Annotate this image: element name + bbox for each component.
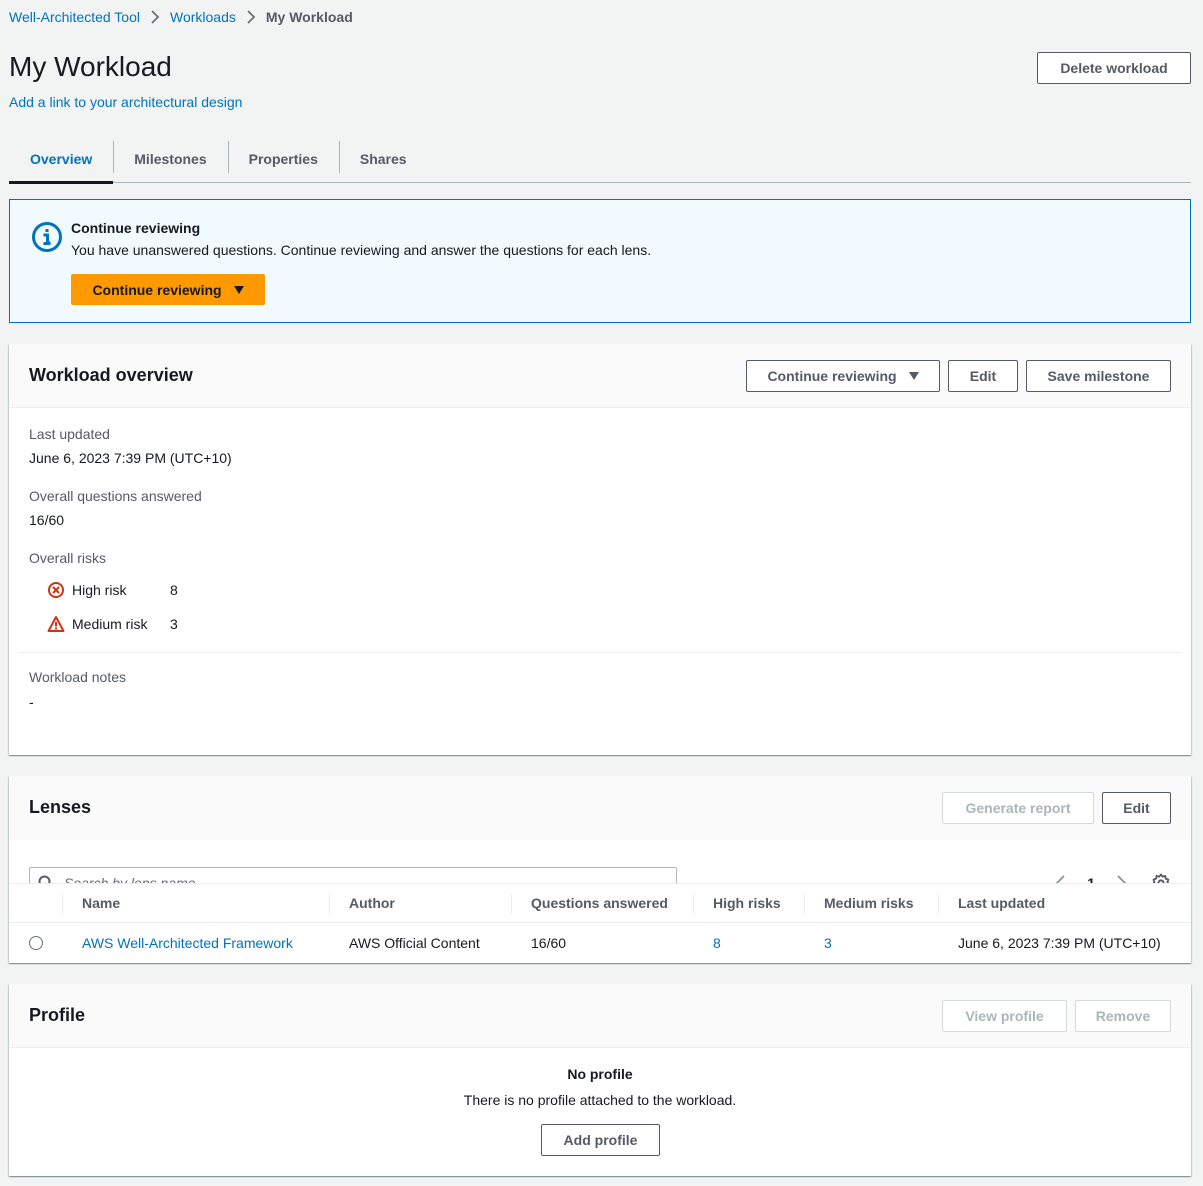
profile-title: Profile	[29, 1005, 86, 1025]
high-risk-label: High risk	[72, 582, 127, 598]
row-select-cell	[9, 923, 43, 963]
add-profile-button[interactable]: Add profile	[541, 1124, 660, 1156]
breadcrumb-workloads[interactable]: Workloads	[170, 9, 236, 25]
tab-shares[interactable]: Shares	[338, 136, 428, 182]
info-flash: Continue reviewing You have unanswered q…	[9, 199, 1191, 323]
delete-workload-button[interactable]: Delete workload	[1037, 52, 1191, 84]
workload-overview-actions: Continue reviewing Edit Save milestone	[746, 360, 1171, 392]
chevron-right-icon	[247, 10, 256, 24]
column-header-name[interactable]: Name	[62, 884, 120, 922]
column-header-medium-risks[interactable]: Medium risks	[804, 884, 913, 922]
high-risk-row: High risk 8	[47, 580, 178, 600]
lens-author: AWS Official Content	[349, 935, 480, 951]
questions-answered-label: Overall questions answered	[29, 488, 202, 504]
lens-medium-risks-cell: 3	[804, 923, 832, 963]
lenses-table-header: Name Author Questions answered High risk…	[9, 883, 1191, 923]
chevron-right-icon	[151, 10, 160, 24]
lenses-header: Lenses Generate report Edit	[9, 776, 1191, 840]
high-risk-icon	[48, 582, 64, 598]
page-title: My Workload	[9, 51, 172, 82]
medium-risk-label: Medium risk	[72, 616, 148, 632]
add-architectural-design-link[interactable]: Add a link to your architectural design	[9, 94, 242, 110]
tab-bar: Overview Milestones Properties Shares	[9, 136, 1191, 184]
column-header-last-updated[interactable]: Last updated	[938, 884, 1045, 922]
lens-high-risks-link[interactable]: 8	[713, 935, 721, 951]
info-icon	[32, 222, 62, 252]
lens-last-updated: June 6, 2023 7:39 PM (UTC+10)	[958, 935, 1161, 951]
column-header-questions-answered[interactable]: Questions answered	[511, 884, 668, 922]
column-header-author[interactable]: Author	[329, 884, 395, 922]
lens-medium-risks-link[interactable]: 3	[824, 935, 832, 951]
workload-overview-panel: Workload overview Continue reviewing Edi…	[9, 344, 1191, 755]
tab-overview[interactable]: Overview	[9, 136, 114, 184]
last-updated-label: Last updated	[29, 426, 110, 442]
questions-answered-value: 16/60	[29, 512, 65, 528]
no-profile-title: No profile	[567, 1066, 633, 1082]
continue-reviewing-label: Continue reviewing	[92, 281, 222, 298]
caret-down-icon	[908, 372, 919, 380]
no-profile-message: There is no profile attached to the work…	[463, 1092, 737, 1108]
table-row[interactable]: AWS Well-Architected Framework AWS Offic…	[9, 923, 1191, 963]
workload-overview-title: Workload overview	[29, 365, 193, 385]
view-profile-button[interactable]: View profile	[942, 1000, 1067, 1032]
edit-lenses-button[interactable]: Edit	[1102, 792, 1171, 824]
tab-milestones[interactable]: Milestones	[113, 136, 227, 182]
lenses-title: Lenses	[29, 797, 92, 817]
lens-questions-answered: 16/60	[531, 935, 567, 951]
save-milestone-button[interactable]: Save milestone	[1026, 360, 1171, 392]
high-risk-count: 8	[170, 582, 178, 598]
caret-down-icon	[233, 285, 244, 294]
lens-name-link[interactable]: AWS Well-Architected Framework	[82, 935, 293, 951]
lens-high-risks-cell: 8	[693, 923, 721, 963]
profile-header: Profile View profile Remove	[9, 984, 1191, 1048]
lens-name-cell: AWS Well-Architected Framework	[62, 923, 293, 963]
row-radio[interactable]	[29, 936, 43, 950]
continue-reviewing-primary-button[interactable]: Continue reviewing	[71, 274, 265, 305]
breadcrumb-current: My Workload	[265, 9, 353, 25]
profile-panel: Profile View profile Remove No profile T…	[9, 984, 1191, 1176]
flash-title: Continue reviewing	[71, 220, 201, 236]
medium-risk-count: 3	[170, 616, 178, 632]
remove-profile-button[interactable]: Remove	[1075, 1000, 1171, 1032]
medium-risk-row: Medium risk 3	[47, 614, 178, 634]
profile-actions: View profile Remove	[942, 1000, 1171, 1032]
continue-reviewing-button[interactable]: Continue reviewing	[746, 360, 940, 392]
column-header-high-risks[interactable]: High risks	[693, 884, 781, 922]
workload-notes-value: -	[29, 694, 34, 710]
warning-icon	[47, 616, 65, 632]
tab-properties[interactable]: Properties	[227, 136, 339, 182]
lenses-panel: Lenses Generate report Edit 1 Name Autho…	[9, 776, 1191, 963]
generate-report-button[interactable]: Generate report	[942, 792, 1094, 824]
overall-risks-label: Overall risks	[29, 550, 107, 566]
workload-notes-label: Workload notes	[29, 669, 127, 685]
lenses-actions: Generate report Edit	[942, 792, 1171, 824]
divider	[19, 652, 1181, 653]
last-updated-value: June 6, 2023 7:39 PM (UTC+10)	[29, 450, 232, 466]
workload-overview-header: Workload overview Continue reviewing Edi…	[9, 344, 1191, 408]
edit-workload-button[interactable]: Edit	[948, 360, 1018, 392]
breadcrumb-well-architected-tool[interactable]: Well-Architected Tool	[9, 9, 140, 25]
continue-reviewing-label: Continue reviewing	[767, 368, 897, 384]
breadcrumb: Well-Architected Tool Workloads My Workl…	[9, 8, 353, 26]
flash-message: You have unanswered questions. Continue …	[71, 242, 652, 258]
